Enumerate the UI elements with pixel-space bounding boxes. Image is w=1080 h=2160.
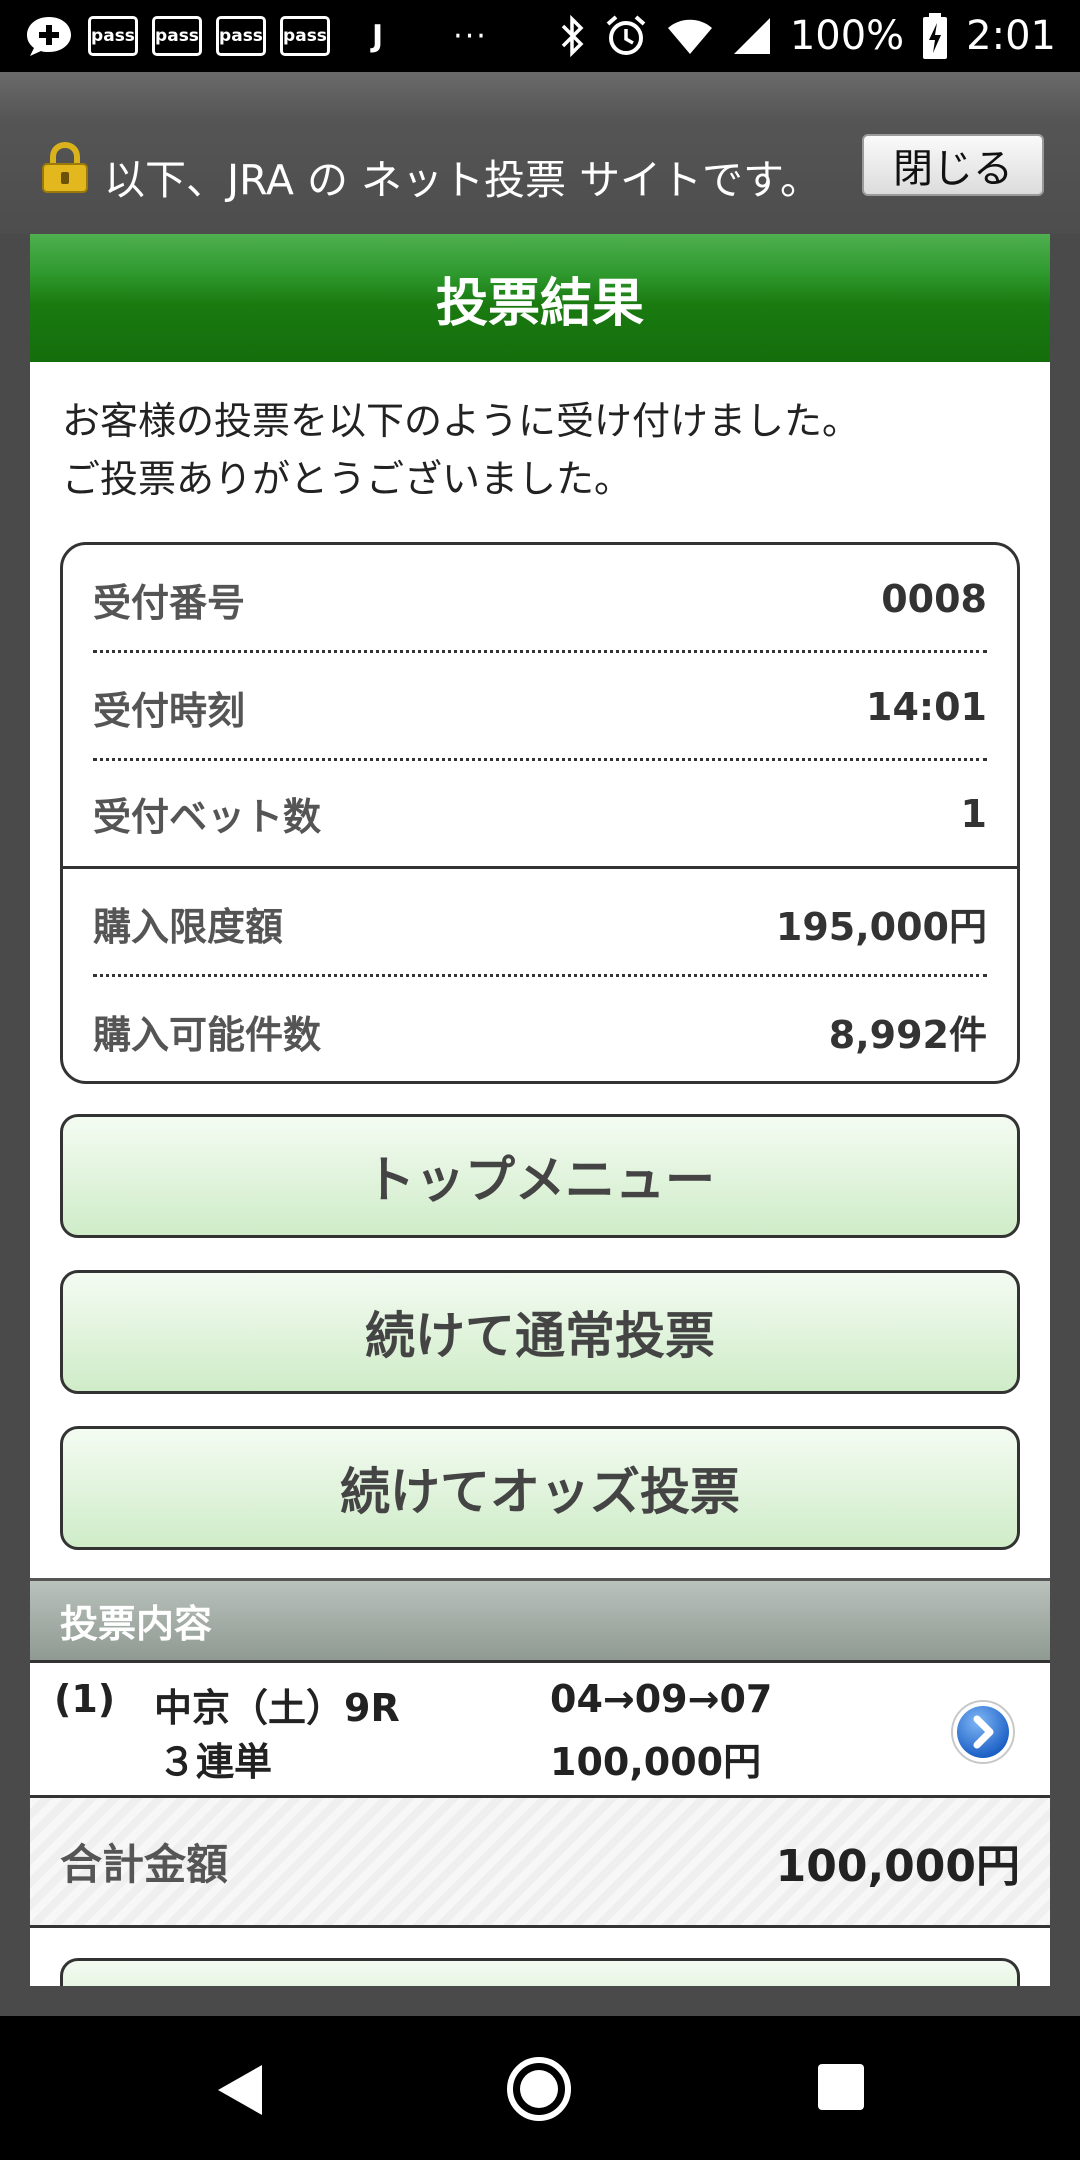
total-amount-row: 合計金額 100,000円 [30, 1798, 1050, 1928]
chevron-right-icon[interactable] [948, 1697, 1018, 1767]
receipt-time-row: 受付時刻 14:01 [63, 653, 1017, 761]
bet-count-row: 受付ベット数 1 [63, 761, 1017, 869]
page-title: 投票結果 [30, 234, 1050, 362]
pass-app-icon: pass [152, 16, 202, 56]
banner-text: 以下、JRA の ネット投票 サイトです。 [104, 156, 821, 204]
back-icon[interactable] [214, 2062, 266, 2118]
bet-count-label: 受付ベット数 [93, 795, 322, 839]
jra-site-banner: 以下、JRA の ネット投票 サイトです。 閉じる [0, 72, 1080, 234]
cell-signal-icon [733, 18, 770, 54]
purchase-limit-value: 195,000円 [775, 904, 987, 949]
pass-app-icon: pass [88, 16, 138, 56]
intro-line-1: お客様の投票を以下のように受け付けました。 [62, 399, 861, 443]
bet-number: (1) [54, 1677, 116, 1721]
bet-list-item[interactable]: (1) 中京（土）9R ３連単 04→09→07 100,000円 [30, 1660, 1050, 1798]
top-menu-button[interactable]: トップメニュー [60, 1114, 1020, 1238]
close-button[interactable]: 閉じる [862, 134, 1044, 196]
purchasable-count-row: 購入可能件数 8,992件 [63, 977, 1017, 1085]
receipt-number-value: 0008 [881, 577, 987, 621]
bluetooth-icon [561, 14, 584, 58]
receipt-time-value: 14:01 [866, 685, 987, 729]
purchasable-count-value: 8,992件 [828, 1012, 987, 1057]
purchasable-count-label: 購入可能件数 [93, 1012, 322, 1057]
lock-icon [42, 142, 88, 193]
bet-race: 中京（土）9R [154, 1686, 400, 1730]
purchase-limit-row: 購入限度額 195,000円 [63, 869, 1017, 977]
intro-message: お客様の投票を以下のように受け付けました。 ご投票ありがとうございました。 [30, 362, 1050, 508]
pass-app-icon: pass [280, 16, 330, 56]
chat-plus-icon [27, 17, 71, 56]
bet-combination: 04→09→07 [550, 1677, 773, 1721]
receipt-number-label: 受付番号 [93, 580, 246, 625]
total-amount-value: 100,000円 [775, 1840, 1020, 1892]
intro-line-2: ご投票ありがとうございました。 [62, 457, 633, 501]
android-nav-bar [0, 2016, 1080, 2160]
continue-odds-vote-button[interactable]: 続けてオッズ投票 [60, 1426, 1020, 1550]
recent-apps-icon[interactable] [818, 2064, 864, 2110]
vote-result-panel: 投票結果 お客様の投票を以下のように受け付けました。 ご投票ありがとうございまし… [30, 234, 1050, 1986]
wifi-icon [667, 19, 712, 54]
partially-visible-button[interactable] [60, 1958, 1020, 1986]
continue-normal-vote-button[interactable]: 続けて通常投票 [60, 1270, 1020, 1394]
total-amount-label: 合計金額 [60, 1840, 229, 1889]
receipt-number-row: 受付番号 0008 [63, 545, 1017, 653]
battery-percent: 100% [789, 13, 905, 59]
home-icon[interactable] [506, 2056, 572, 2122]
j-notification-icon: J [372, 18, 384, 54]
purchase-limit-label: 購入限度額 [93, 904, 284, 949]
clock: 2:01 [966, 13, 1056, 59]
alarm-icon [606, 15, 646, 55]
pass-app-icon: pass [216, 16, 266, 56]
receipt-time-label: 受付時刻 [93, 688, 246, 733]
receipt-info-box: 受付番号 0008 受付時刻 14:01 受付ベット数 1 購入限度額 195,… [60, 542, 1020, 1084]
battery-charging-icon [923, 13, 948, 59]
bet-type: ３連単 [158, 1740, 273, 1784]
bet-count-value: 1 [960, 791, 987, 836]
status-bar: pass pass pass pass J ··· 100% 2:01 [0, 0, 1080, 72]
vote-contents-header: 投票内容 [30, 1578, 1050, 1660]
bet-amount: 100,000円 [550, 1740, 762, 1784]
more-notifications-icon: ··· [453, 18, 488, 54]
